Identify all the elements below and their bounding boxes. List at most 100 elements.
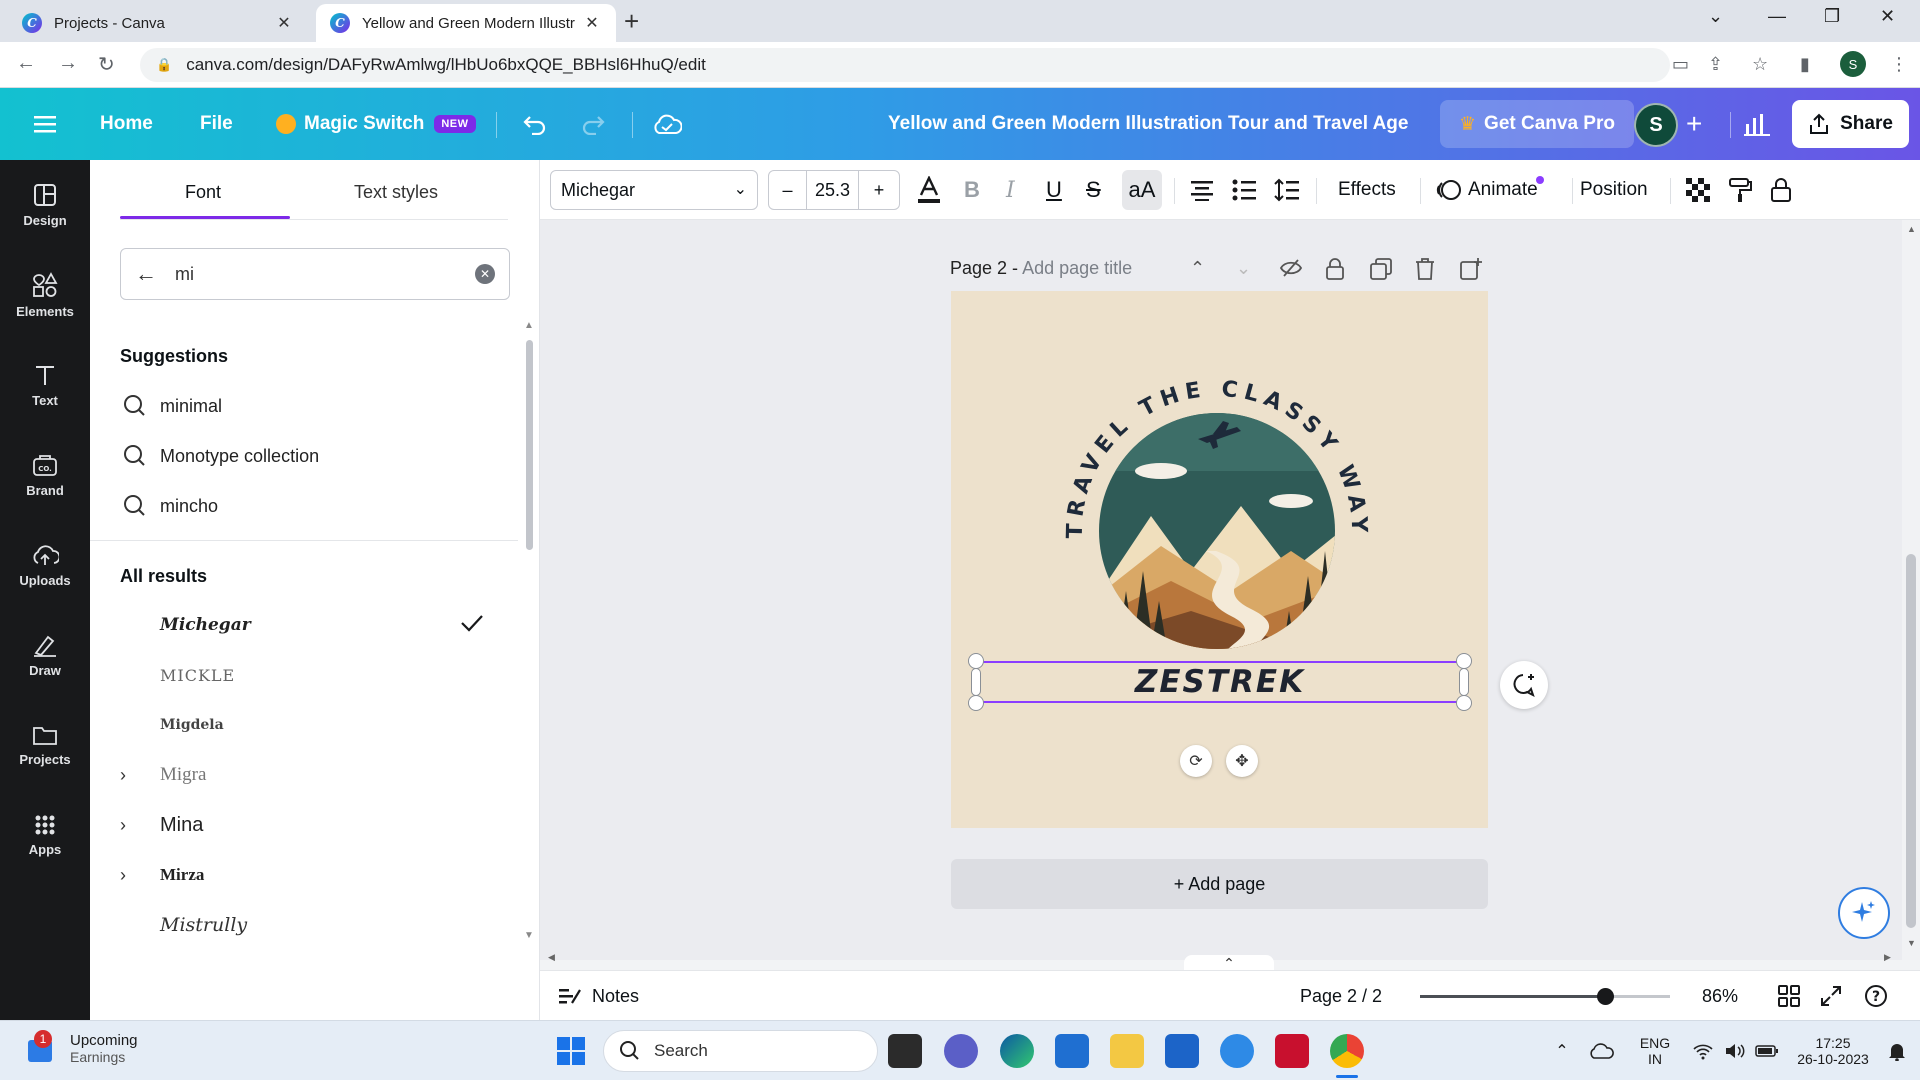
user-avatar[interactable]: S (1634, 103, 1678, 147)
hamburger-menu-icon[interactable] (34, 88, 56, 160)
page-title-input[interactable]: Add page title (1022, 258, 1132, 278)
back-arrow-icon[interactable]: ← (16, 52, 36, 75)
font-result-migra[interactable]: › Migra (120, 750, 500, 800)
windows-start-icon[interactable] (554, 1034, 588, 1068)
reload-icon[interactable]: ↻ (98, 52, 115, 77)
font-result-migdela[interactable]: Migdela (120, 700, 500, 750)
show-hidden-icons-icon[interactable]: ⌃ (1550, 1021, 1574, 1080)
browser-tab-design[interactable]: C Yellow and Green Modern Illustr ✕ (316, 4, 616, 42)
duplicate-page-icon[interactable] (1370, 258, 1392, 280)
decrease-size-button[interactable]: – (769, 171, 807, 209)
wifi-icon[interactable] (1690, 1021, 1716, 1080)
redo-icon[interactable] (580, 88, 606, 160)
onedrive-cloud-icon[interactable] (1586, 1021, 1616, 1080)
hide-page-icon[interactable] (1280, 258, 1302, 278)
tab-text-styles[interactable]: Text styles (354, 182, 438, 203)
magic-assistant-button[interactable] (1838, 887, 1890, 939)
language-indicator[interactable]: ENG IN (1630, 1021, 1680, 1080)
show-pages-toggle[interactable]: ⌃ (1184, 955, 1274, 971)
add-page-button[interactable]: + Add page (951, 859, 1488, 909)
browser-tab-projects[interactable]: C Projects - Canva ✕ (8, 4, 308, 42)
page-up-icon[interactable]: ⌃ (1190, 258, 1205, 279)
resize-handle-top-left[interactable] (968, 653, 984, 669)
widgets-button[interactable]: 1 Upcoming Earnings (24, 1030, 138, 1066)
font-result-mirza[interactable]: › Mirza (120, 850, 500, 900)
add-page-icon[interactable] (1460, 258, 1482, 280)
selected-text-element[interactable]: ZESTREK (976, 661, 1464, 703)
close-icon[interactable]: ✕ (582, 13, 602, 33)
tab-font[interactable]: Font (185, 182, 221, 203)
scroll-down-icon[interactable]: ▼ (524, 930, 534, 941)
magic-switch-button[interactable]: Magic Switch NEW (276, 88, 476, 160)
transparency-button[interactable] (1686, 160, 1710, 220)
clock[interactable]: 17:25 26-10-2023 (1788, 1021, 1878, 1080)
fullscreen-icon[interactable] (1820, 971, 1842, 1021)
move-handle-icon[interactable]: ✥ (1226, 745, 1258, 777)
forward-arrow-icon[interactable]: → (58, 52, 78, 75)
new-tab-icon[interactable]: + (624, 8, 639, 34)
battery-icon[interactable] (1754, 1021, 1780, 1080)
undo-icon[interactable] (522, 88, 548, 160)
rail-item-draw[interactable]: Draw (0, 610, 90, 700)
font-result-mistrully[interactable]: Mistrully (120, 900, 500, 950)
list-button[interactable] (1232, 160, 1256, 220)
bookmark-star-icon[interactable]: ☆ (1752, 54, 1768, 75)
scroll-left-icon[interactable]: ◀ (548, 952, 555, 963)
zoom-level-button[interactable]: 86% (1702, 971, 1738, 1021)
alignment-button[interactable] (1190, 160, 1214, 220)
travel-logo-illustration[interactable]: TRAVEL THE CLASSY WAY (951, 291, 1488, 828)
lock-button[interactable] (1770, 160, 1792, 220)
mcafee-icon[interactable] (1275, 1034, 1309, 1068)
spacing-button[interactable] (1274, 160, 1300, 220)
canvas-scroll-thumb[interactable] (1906, 554, 1916, 928)
insights-chart-icon[interactable] (1744, 88, 1770, 160)
resize-handle-top-right[interactable] (1456, 653, 1472, 669)
file-menu-button[interactable]: File (200, 88, 233, 160)
delete-page-icon[interactable] (1415, 258, 1435, 280)
design-page[interactable]: TRAVEL THE CLASSY WAY (951, 291, 1488, 828)
page-down-icon[interactable]: ⌄ (1236, 258, 1251, 279)
close-icon[interactable]: ✕ (274, 13, 294, 33)
rail-item-elements[interactable]: Elements (0, 250, 90, 340)
rail-item-projects[interactable]: Projects (0, 700, 90, 790)
grid-view-icon[interactable] (1778, 971, 1800, 1021)
help-icon[interactable]: ? (1864, 971, 1888, 1021)
cloud-saved-icon[interactable] (652, 88, 682, 160)
volume-icon[interactable] (1722, 1021, 1748, 1080)
font-result-mina[interactable]: › Mina (120, 800, 500, 850)
chevron-right-icon[interactable]: › (120, 865, 160, 886)
suggestion-item[interactable]: mincho (120, 486, 480, 526)
animate-button[interactable]: Animate (1436, 160, 1544, 220)
scroll-down-icon[interactable]: ▼ (1907, 938, 1916, 948)
text-color-button[interactable] (916, 160, 942, 220)
rail-item-text[interactable]: Text (0, 340, 90, 430)
panel-scroll-thumb[interactable] (526, 340, 533, 550)
zoom-slider[interactable] (1420, 988, 1670, 1005)
add-comment-button[interactable] (1500, 661, 1548, 709)
browser-profile-avatar[interactable]: S (1840, 51, 1866, 77)
rail-item-design[interactable]: Design (0, 160, 90, 250)
design-title[interactable]: Yellow and Green Modern Illustration Tou… (888, 88, 1408, 160)
back-arrow-icon[interactable]: ← (135, 261, 157, 287)
font-result-mickle[interactable]: MICKLE (120, 650, 500, 700)
rail-item-brand[interactable]: CO. Brand (0, 430, 90, 520)
minimize-icon[interactable]: — (1768, 6, 1786, 27)
position-button[interactable]: Position (1580, 160, 1648, 220)
lock-page-icon[interactable] (1326, 258, 1344, 280)
mylio-app-icon[interactable] (1165, 1034, 1199, 1068)
underline-button[interactable]: U (1046, 160, 1062, 220)
font-family-dropdown[interactable]: Michegar ⌄ (550, 170, 758, 210)
save-page-icon[interactable]: ▭ (1672, 54, 1689, 75)
share-button[interactable]: Share (1792, 100, 1909, 148)
zoom-slider-knob[interactable] (1597, 988, 1614, 1005)
url-field[interactable]: 🔒 canva.com/design/DAFyRwAmlwg/lHbUo6bxQ… (140, 48, 1670, 82)
add-people-icon[interactable]: + (1686, 88, 1702, 160)
resize-handle-bottom-left[interactable] (968, 695, 984, 711)
suggestion-item[interactable]: minimal (120, 386, 480, 426)
scroll-up-icon[interactable]: ▲ (524, 320, 534, 331)
chevron-right-icon[interactable]: › (120, 765, 160, 786)
rail-item-uploads[interactable]: Uploads (0, 520, 90, 610)
rotate-handle-icon[interactable]: ⟳ (1180, 745, 1212, 777)
resize-handle-right[interactable] (1459, 668, 1469, 696)
notes-button[interactable]: Notes (558, 971, 639, 1021)
